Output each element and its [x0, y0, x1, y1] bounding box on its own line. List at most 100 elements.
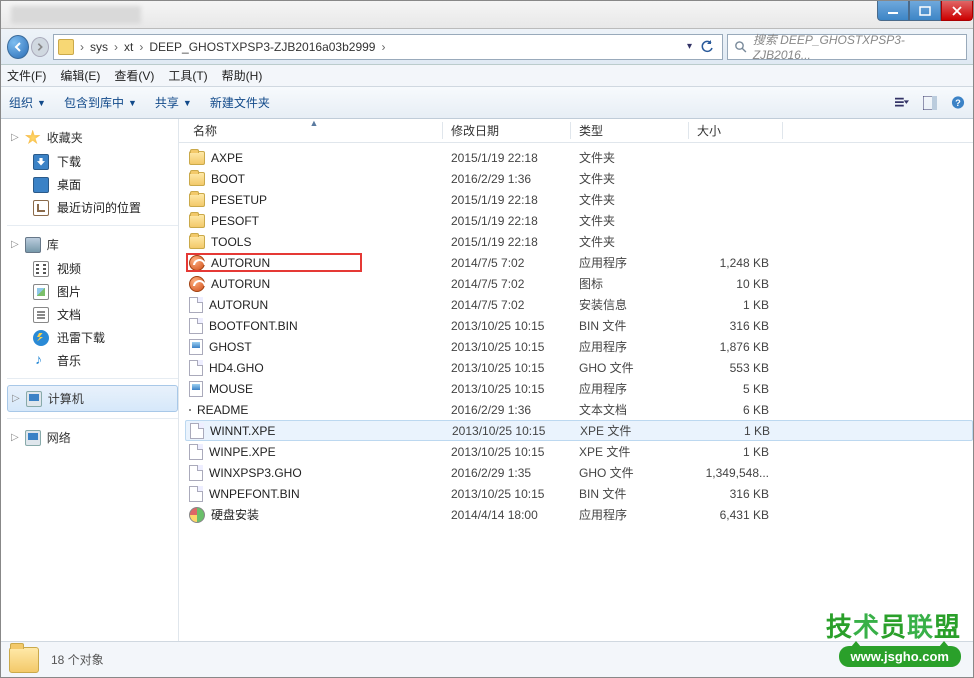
file-size: 10 KB: [689, 277, 783, 291]
help-button[interactable]: ?: [951, 96, 965, 110]
back-button[interactable]: [7, 35, 29, 59]
favorites-group[interactable]: ▷ 收藏夹: [7, 125, 178, 150]
file-size: 1,248 KB: [689, 256, 783, 270]
file-row[interactable]: PESOFT2015/1/19 22:18文件夹: [185, 210, 973, 231]
preview-pane-button[interactable]: [923, 96, 937, 110]
chevron-right-icon[interactable]: ›: [110, 40, 122, 54]
view-options-button[interactable]: [895, 96, 909, 110]
file-name: AUTORUN: [211, 256, 270, 270]
sidebar-item-videos[interactable]: 视频: [7, 257, 178, 280]
sidebar-item-recent[interactable]: 最近访问的位置: [7, 196, 178, 219]
file-date: 2016/2/29 1:35: [443, 466, 571, 480]
watermark-url: www.jsgho.com: [839, 646, 961, 667]
file-type: 应用程序: [571, 506, 689, 523]
file-date: 2014/4/14 18:00: [443, 508, 571, 522]
file-date: 2013/10/25 10:15: [443, 445, 571, 459]
sidebar-item-desktop[interactable]: 桌面: [7, 173, 178, 196]
share-button[interactable]: 共享 ▼: [155, 94, 192, 111]
organize-button[interactable]: 组织 ▼: [9, 94, 46, 111]
breadcrumb-segment[interactable]: sys: [90, 40, 108, 54]
chevron-right-icon[interactable]: ›: [377, 40, 389, 54]
menu-view[interactable]: 查看(V): [114, 67, 154, 84]
column-type[interactable]: 类型: [571, 119, 689, 142]
menu-file[interactable]: 文件(F): [7, 67, 46, 84]
file-row[interactable]: PESETUP2015/1/19 22:18文件夹: [185, 189, 973, 210]
file-row[interactable]: HD4.GHO2013/10/25 10:15GHO 文件553 KB: [185, 357, 973, 378]
file-date: 2016/2/29 1:36: [443, 403, 571, 417]
file-row[interactable]: WINPE.XPE2013/10/25 10:15XPE 文件1 KB: [185, 441, 973, 462]
minimize-button[interactable]: [877, 1, 909, 21]
breadcrumb-segment[interactable]: xt: [124, 40, 133, 54]
file-row[interactable]: TOOLS2015/1/19 22:18文件夹: [185, 231, 973, 252]
file-size: 316 KB: [689, 319, 783, 333]
file-date: 2014/7/5 7:02: [443, 298, 571, 312]
file-type: GHO 文件: [571, 464, 689, 481]
sidebar-item-music[interactable]: 音乐: [7, 349, 178, 372]
sidebar-item-documents[interactable]: 文档: [7, 303, 178, 326]
menu-edit[interactable]: 编辑(E): [60, 67, 100, 84]
file-type: 文件夹: [571, 212, 689, 229]
file-type: 文本文档: [571, 401, 689, 418]
desktop-icon: [33, 177, 49, 193]
file-size: 1 KB: [689, 445, 783, 459]
new-folder-button[interactable]: 新建文件夹: [210, 94, 270, 111]
column-size[interactable]: 大小: [689, 119, 783, 142]
chevron-right-icon[interactable]: ›: [135, 40, 147, 54]
file-name: README: [197, 403, 248, 417]
file-row[interactable]: AXPE2015/1/19 22:18文件夹: [185, 147, 973, 168]
file-date: 2015/1/19 22:18: [443, 235, 571, 249]
folder-icon: [189, 193, 205, 207]
file-list[interactable]: AXPE2015/1/19 22:18文件夹BOOT2016/2/29 1:36…: [179, 143, 973, 529]
file-row[interactable]: WINNT.XPE2013/10/25 10:15XPE 文件1 KB: [185, 420, 973, 441]
file-name: WNPEFONT.BIN: [209, 487, 300, 501]
star-icon: [25, 130, 41, 146]
file-name: WINNT.XPE: [210, 424, 275, 438]
breadcrumb[interactable]: › sys › xt › DEEP_GHOSTXPSP3-ZJB2016a03b…: [53, 34, 723, 60]
menu-help[interactable]: 帮助(H): [222, 67, 263, 84]
forward-button[interactable]: [31, 37, 49, 57]
file-size: 1 KB: [689, 298, 783, 312]
file-row[interactable]: AUTORUN2014/7/5 7:02应用程序1,248 KB: [185, 252, 973, 273]
file-type: 图标: [571, 275, 689, 292]
file-row[interactable]: WNPEFONT.BIN2013/10/25 10:15BIN 文件316 KB: [185, 483, 973, 504]
column-name[interactable]: ▲ 名称: [185, 119, 443, 142]
window-controls: [877, 1, 973, 21]
search-input[interactable]: 搜索 DEEP_GHOSTXPSP3-ZJB2016...: [727, 34, 967, 60]
include-in-library-button[interactable]: 包含到库中 ▼: [64, 94, 137, 111]
file-row[interactable]: AUTORUN2014/7/5 7:02图标10 KB: [185, 273, 973, 294]
file-row[interactable]: README2016/2/29 1:36文本文档6 KB: [185, 399, 973, 420]
file-row[interactable]: BOOTFONT.BIN2013/10/25 10:15BIN 文件316 KB: [185, 315, 973, 336]
file-name: HD4.GHO: [209, 361, 264, 375]
sidebar-item-xunlei[interactable]: 迅雷下载: [7, 326, 178, 349]
network-group[interactable]: ▷ 网络: [7, 425, 178, 450]
breadcrumb-dropdown[interactable]: ▾: [687, 36, 718, 58]
autorun-icon: [189, 276, 205, 292]
close-button[interactable]: [941, 1, 973, 21]
breadcrumb-segment[interactable]: DEEP_GHOSTXPSP3-ZJB2016a03b2999: [149, 40, 375, 54]
menu-tools[interactable]: 工具(T): [168, 67, 207, 84]
refresh-button[interactable]: [696, 36, 718, 58]
folder-icon: [9, 647, 39, 673]
file-type: 应用程序: [571, 380, 689, 397]
file-row[interactable]: BOOT2016/2/29 1:36文件夹: [185, 168, 973, 189]
file-size: 553 KB: [689, 361, 783, 375]
file-row[interactable]: AUTORUN2014/7/5 7:02安装信息1 KB: [185, 294, 973, 315]
library-group[interactable]: ▷ 库: [7, 232, 178, 257]
file-row[interactable]: MOUSE2013/10/25 10:15应用程序5 KB: [185, 378, 973, 399]
sidebar-item-pictures[interactable]: 图片: [7, 280, 178, 303]
file-row[interactable]: 硬盘安装2014/4/14 18:00应用程序6,431 KB: [185, 504, 973, 525]
file-row[interactable]: GHOST2013/10/25 10:15应用程序1,876 KB: [185, 336, 973, 357]
file-type: BIN 文件: [571, 317, 689, 334]
file-size: 5 KB: [689, 382, 783, 396]
file-row[interactable]: WINXPSP3.GHO2016/2/29 1:35GHO 文件1,349,54…: [185, 462, 973, 483]
file-name: TOOLS: [211, 235, 251, 249]
document-icon: [33, 307, 49, 323]
chevron-right-icon[interactable]: ›: [76, 40, 88, 54]
column-date[interactable]: 修改日期: [443, 119, 571, 142]
sidebar-item-downloads[interactable]: 下载: [7, 150, 178, 173]
maximize-button[interactable]: [909, 1, 941, 21]
computer-group[interactable]: ▷ 计算机: [7, 385, 178, 412]
file-size: 316 KB: [689, 487, 783, 501]
app-icon: [189, 339, 203, 355]
file-name: MOUSE: [209, 382, 253, 396]
